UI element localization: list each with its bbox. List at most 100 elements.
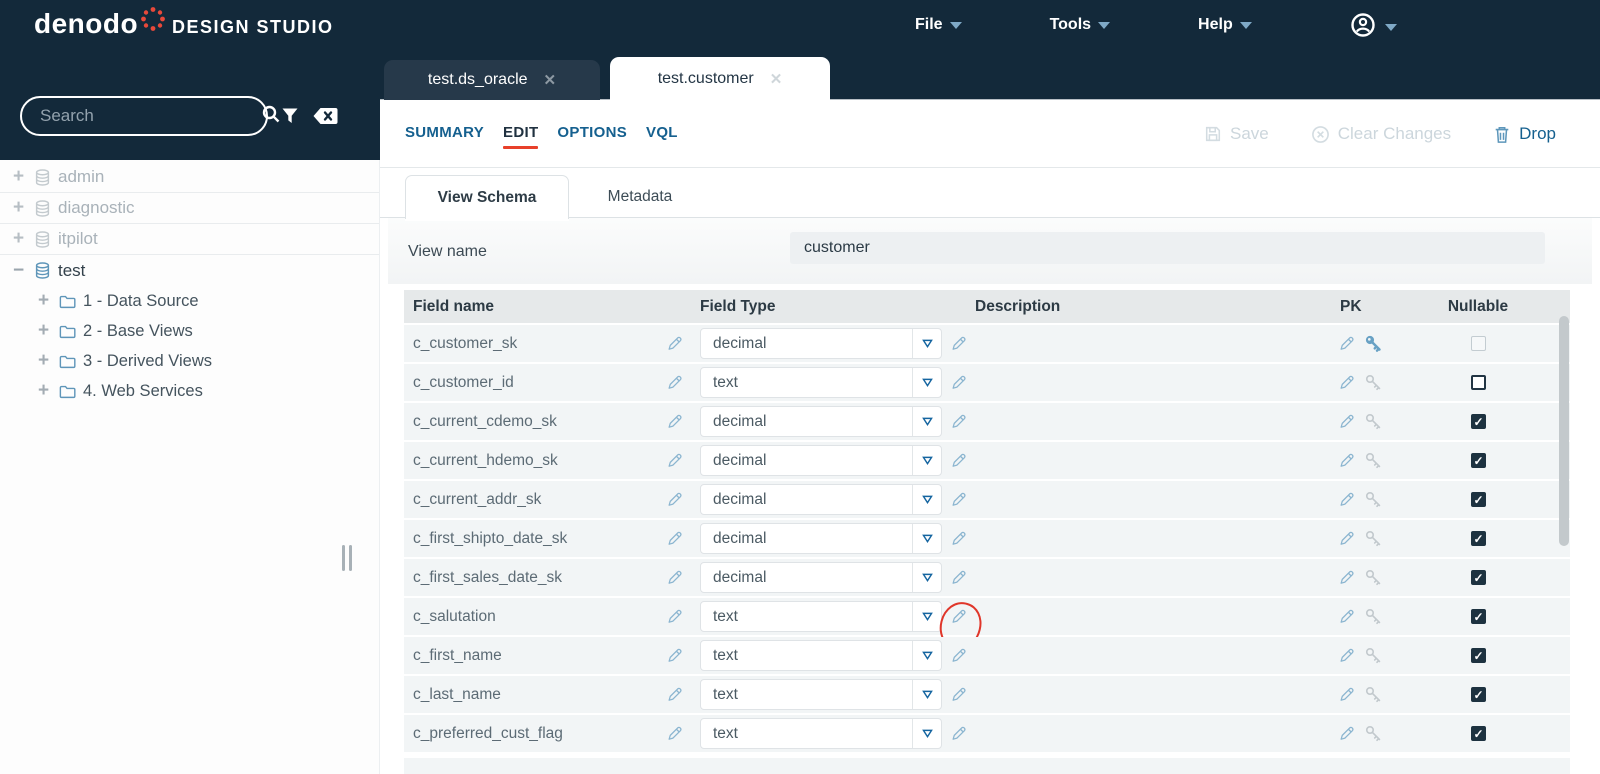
- tree-expander-icon[interactable]: +: [13, 198, 33, 217]
- edit-description-icon[interactable]: [950, 725, 967, 742]
- field-type-select[interactable]: decimal: [700, 406, 942, 437]
- tree-child-label[interactable]: 2 - Base Views: [83, 322, 193, 341]
- tree-item-test[interactable]: − test: [0, 255, 379, 286]
- field-type-select[interactable]: decimal: [700, 445, 942, 476]
- field-type-select[interactable]: decimal: [700, 523, 942, 554]
- primary-key-icon[interactable]: [1364, 685, 1383, 704]
- edit-description-icon[interactable]: [950, 335, 967, 352]
- nullable-checkbox[interactable]: [1470, 375, 1486, 390]
- nullable-checkbox[interactable]: [1470, 687, 1486, 702]
- field-type-select[interactable]: decimal: [700, 484, 942, 515]
- user-menu[interactable]: [1348, 10, 1397, 45]
- top-menu-file[interactable]: File: [915, 16, 962, 34]
- nullable-checkbox[interactable]: [1470, 726, 1486, 741]
- tree-child-1 - Data Source[interactable]: + 1 - Data Source: [0, 286, 379, 316]
- close-tab-icon[interactable]: ✕: [770, 70, 783, 88]
- edit-field-name-icon[interactable]: [666, 647, 683, 664]
- primary-key-icon[interactable]: [1364, 373, 1383, 392]
- tab-metadata[interactable]: Metadata: [580, 175, 700, 218]
- edit-description-icon[interactable]: [950, 452, 967, 469]
- search-icon[interactable]: [261, 104, 281, 129]
- edit-field-name-icon[interactable]: [666, 491, 683, 508]
- tab-test-ds-oracle[interactable]: test.ds_oracle ✕: [384, 60, 600, 100]
- tree-expander-icon[interactable]: −: [13, 261, 33, 280]
- edit-pk-icon[interactable]: [1338, 686, 1355, 703]
- edit-field-name-icon[interactable]: [666, 530, 683, 547]
- edit-pk-icon[interactable]: [1338, 725, 1355, 742]
- tree-item-label[interactable]: admin: [58, 167, 104, 187]
- primary-key-icon[interactable]: [1364, 490, 1383, 509]
- save-button[interactable]: Save: [1204, 124, 1269, 144]
- field-type-select[interactable]: text: [700, 601, 942, 632]
- search-input[interactable]: [40, 106, 261, 126]
- nullable-checkbox[interactable]: [1470, 414, 1486, 429]
- chevron-down-icon[interactable]: [912, 368, 941, 397]
- edit-description-icon[interactable]: [950, 374, 967, 391]
- chevron-down-icon[interactable]: [912, 485, 941, 514]
- field-type-select[interactable]: decimal: [700, 562, 942, 593]
- primary-key-icon[interactable]: [1364, 451, 1383, 470]
- chevron-down-icon[interactable]: [912, 719, 941, 748]
- edit-field-name-icon[interactable]: [666, 725, 683, 742]
- view-name-input[interactable]: [790, 232, 1545, 264]
- nullable-checkbox[interactable]: [1470, 648, 1486, 663]
- edit-field-name-icon[interactable]: [666, 569, 683, 586]
- subnav-summary[interactable]: SUMMARY: [405, 124, 484, 141]
- chevron-down-icon[interactable]: [912, 407, 941, 436]
- menu-label[interactable]: Help: [1198, 16, 1233, 34]
- sidebar-resize-handle[interactable]: [342, 545, 352, 571]
- tree-expander-icon[interactable]: +: [38, 291, 58, 310]
- field-type-select[interactable]: text: [700, 679, 942, 710]
- edit-pk-icon[interactable]: [1338, 374, 1355, 391]
- primary-key-icon[interactable]: [1364, 412, 1383, 431]
- edit-pk-icon[interactable]: [1338, 530, 1355, 547]
- chevron-down-icon[interactable]: [912, 329, 941, 358]
- tree-item-diagnostic[interactable]: + diagnostic: [0, 193, 379, 224]
- tree-expander-icon[interactable]: +: [38, 321, 58, 340]
- edit-field-name-icon[interactable]: [666, 374, 683, 391]
- tree-item-label[interactable]: diagnostic: [58, 198, 135, 218]
- nullable-checkbox[interactable]: [1470, 336, 1486, 351]
- edit-pk-icon[interactable]: [1338, 413, 1355, 430]
- nullable-checkbox[interactable]: [1470, 453, 1486, 468]
- edit-pk-icon[interactable]: [1338, 491, 1355, 508]
- vertical-scrollbar[interactable]: [1559, 316, 1569, 546]
- tree-child-label[interactable]: 3 - Derived Views: [83, 352, 212, 371]
- edit-pk-icon[interactable]: [1338, 335, 1355, 352]
- clear-search-icon[interactable]: [312, 106, 339, 126]
- primary-key-icon[interactable]: [1364, 529, 1383, 548]
- edit-pk-icon[interactable]: [1338, 569, 1355, 586]
- tree-expander-icon[interactable]: +: [13, 167, 33, 186]
- tree-item-itpilot[interactable]: + itpilot: [0, 224, 379, 255]
- subnav-options[interactable]: OPTIONS: [557, 124, 627, 141]
- tree-child-label[interactable]: 1 - Data Source: [83, 292, 199, 311]
- nullable-checkbox[interactable]: [1470, 531, 1486, 546]
- primary-key-icon[interactable]: [1364, 607, 1383, 626]
- nullable-checkbox[interactable]: [1470, 570, 1486, 585]
- user-avatar-icon[interactable]: [1348, 10, 1378, 45]
- close-tab-icon[interactable]: ✕: [544, 71, 557, 89]
- edit-pk-icon[interactable]: [1338, 608, 1355, 625]
- edit-description-icon[interactable]: [950, 686, 967, 703]
- edit-pk-icon[interactable]: [1338, 647, 1355, 664]
- tree-item-label[interactable]: itpilot: [58, 229, 98, 249]
- tab-view-schema[interactable]: View Schema: [405, 175, 569, 219]
- tree-expander-icon[interactable]: +: [13, 229, 33, 248]
- chevron-down-icon[interactable]: [912, 641, 941, 670]
- chevron-down-icon[interactable]: [912, 602, 941, 631]
- edit-field-name-icon[interactable]: [666, 335, 683, 352]
- edit-field-name-icon[interactable]: [666, 452, 683, 469]
- chevron-down-icon[interactable]: [912, 524, 941, 553]
- top-menu-tools[interactable]: Tools: [1050, 16, 1111, 34]
- edit-description-icon[interactable]: [950, 608, 967, 625]
- edit-description-icon[interactable]: [950, 647, 967, 664]
- menu-label[interactable]: Tools: [1050, 16, 1091, 34]
- field-type-select[interactable]: text: [700, 367, 942, 398]
- edit-description-icon[interactable]: [950, 413, 967, 430]
- primary-key-icon[interactable]: [1364, 568, 1383, 587]
- tree-item-label[interactable]: test: [58, 261, 85, 281]
- edit-field-name-icon[interactable]: [666, 413, 683, 430]
- tree-expander-icon[interactable]: +: [38, 351, 58, 370]
- tree-child-4. Web Services[interactable]: + 4. Web Services: [0, 376, 379, 406]
- edit-field-name-icon[interactable]: [666, 686, 683, 703]
